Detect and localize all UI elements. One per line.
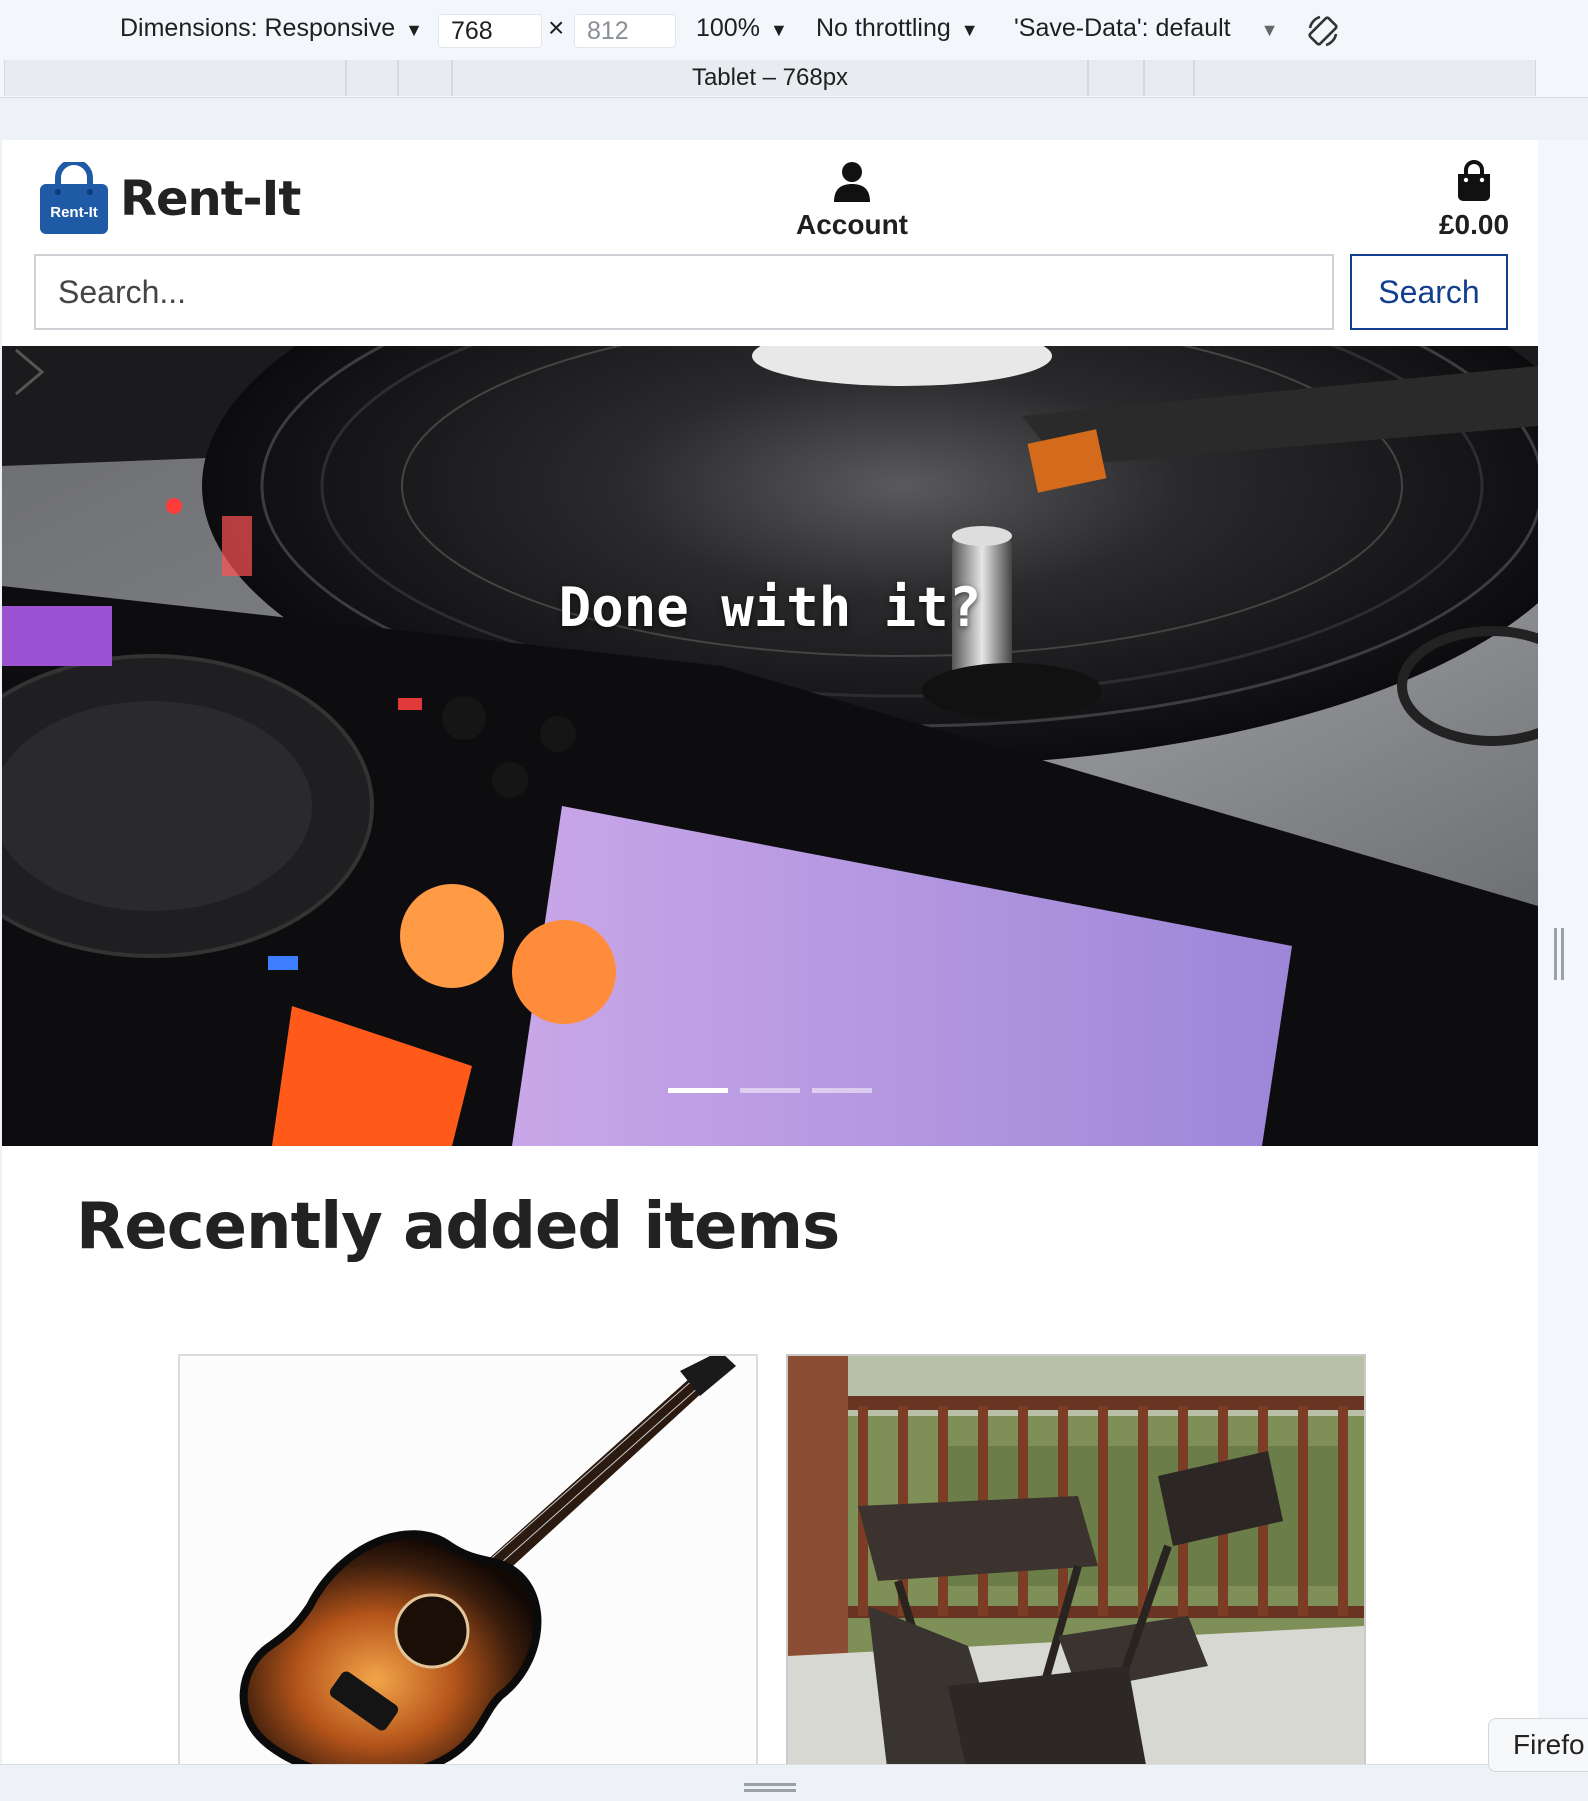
page-viewport: Rent-It Rent-It Account £0.00 Search... … <box>2 140 1538 1764</box>
throttling-dropdown[interactable]: No throttling ▼ <box>816 14 979 43</box>
rotate-icon[interactable] <box>1304 12 1344 52</box>
preset-segment[interactable] <box>1144 60 1194 96</box>
preset-segment[interactable] <box>1088 60 1144 96</box>
preset-segment[interactable] <box>398 60 452 96</box>
item-card[interactable] <box>178 1354 758 1764</box>
carousel-indicators <box>668 1088 872 1093</box>
carousel-indicator[interactable] <box>668 1088 728 1093</box>
carousel-indicator[interactable] <box>812 1088 872 1093</box>
shopping-bag-icon <box>1458 160 1490 201</box>
account-label: Account <box>796 209 908 240</box>
logo: Rent-It <box>38 159 110 236</box>
turntable-image <box>2 346 1538 1146</box>
section-title: Recently added items <box>76 1190 840 1264</box>
zoom-dropdown[interactable]: 100% ▼ <box>696 14 788 43</box>
dimensions-label: Dimensions: Responsive <box>120 14 396 42</box>
carousel-indicator[interactable] <box>740 1088 800 1093</box>
firefox-tooltip: Firefo <box>1488 1718 1588 1772</box>
preset-segment[interactable] <box>4 60 346 96</box>
resize-handle-icon[interactable] <box>1553 928 1565 980</box>
throttling-label: No throttling <box>816 14 951 42</box>
hero-carousel: Done with it? <box>2 346 1538 1146</box>
brand-link[interactable]: Rent-It Rent-It <box>38 159 301 236</box>
cart-link[interactable]: £0.00 <box>1414 160 1534 241</box>
preset-segment[interactable] <box>346 60 398 96</box>
cart-total: £0.00 <box>1438 209 1510 240</box>
height-input[interactable]: 812 <box>574 14 676 48</box>
shopping-bag-logo-icon <box>40 159 108 234</box>
brand-name: Rent-It <box>120 171 301 227</box>
chevron-down-icon: ▼ <box>769 20 788 40</box>
devtools-toolbar: Dimensions: Responsive ▼ 768 × 812 100% … <box>0 0 1588 61</box>
save-data-dropdown[interactable]: 'Save-Data': default ▼ <box>1014 14 1278 43</box>
hero-caption: Done with it? <box>558 576 982 639</box>
width-input[interactable]: 768 <box>438 14 542 48</box>
save-data-label: 'Save-Data': default <box>1014 14 1231 42</box>
search-button[interactable]: Search <box>1350 254 1508 330</box>
logo-text: Rent-It <box>50 204 98 221</box>
dimensions-dropdown[interactable]: Dimensions: Responsive ▼ <box>120 14 423 43</box>
resize-handle-icon[interactable] <box>744 1782 796 1792</box>
preset-segment[interactable] <box>1194 60 1536 96</box>
account-link[interactable]: Account <box>792 160 912 241</box>
preset-label: Tablet – 768px <box>691 64 849 91</box>
user-icon <box>834 162 870 202</box>
guitar-image <box>180 1356 756 1764</box>
zoom-label: 100% <box>696 14 760 42</box>
chevron-down-icon: ▼ <box>960 20 979 40</box>
balcony-furniture-image <box>788 1356 1364 1764</box>
search-input[interactable] <box>34 254 1334 330</box>
chevron-down-icon: ▼ <box>1260 20 1279 40</box>
item-card[interactable] <box>786 1354 1366 1764</box>
chevron-right-icon[interactable] <box>2 346 54 398</box>
times-sign: × <box>548 12 565 43</box>
chevron-down-icon: ▼ <box>405 20 423 40</box>
